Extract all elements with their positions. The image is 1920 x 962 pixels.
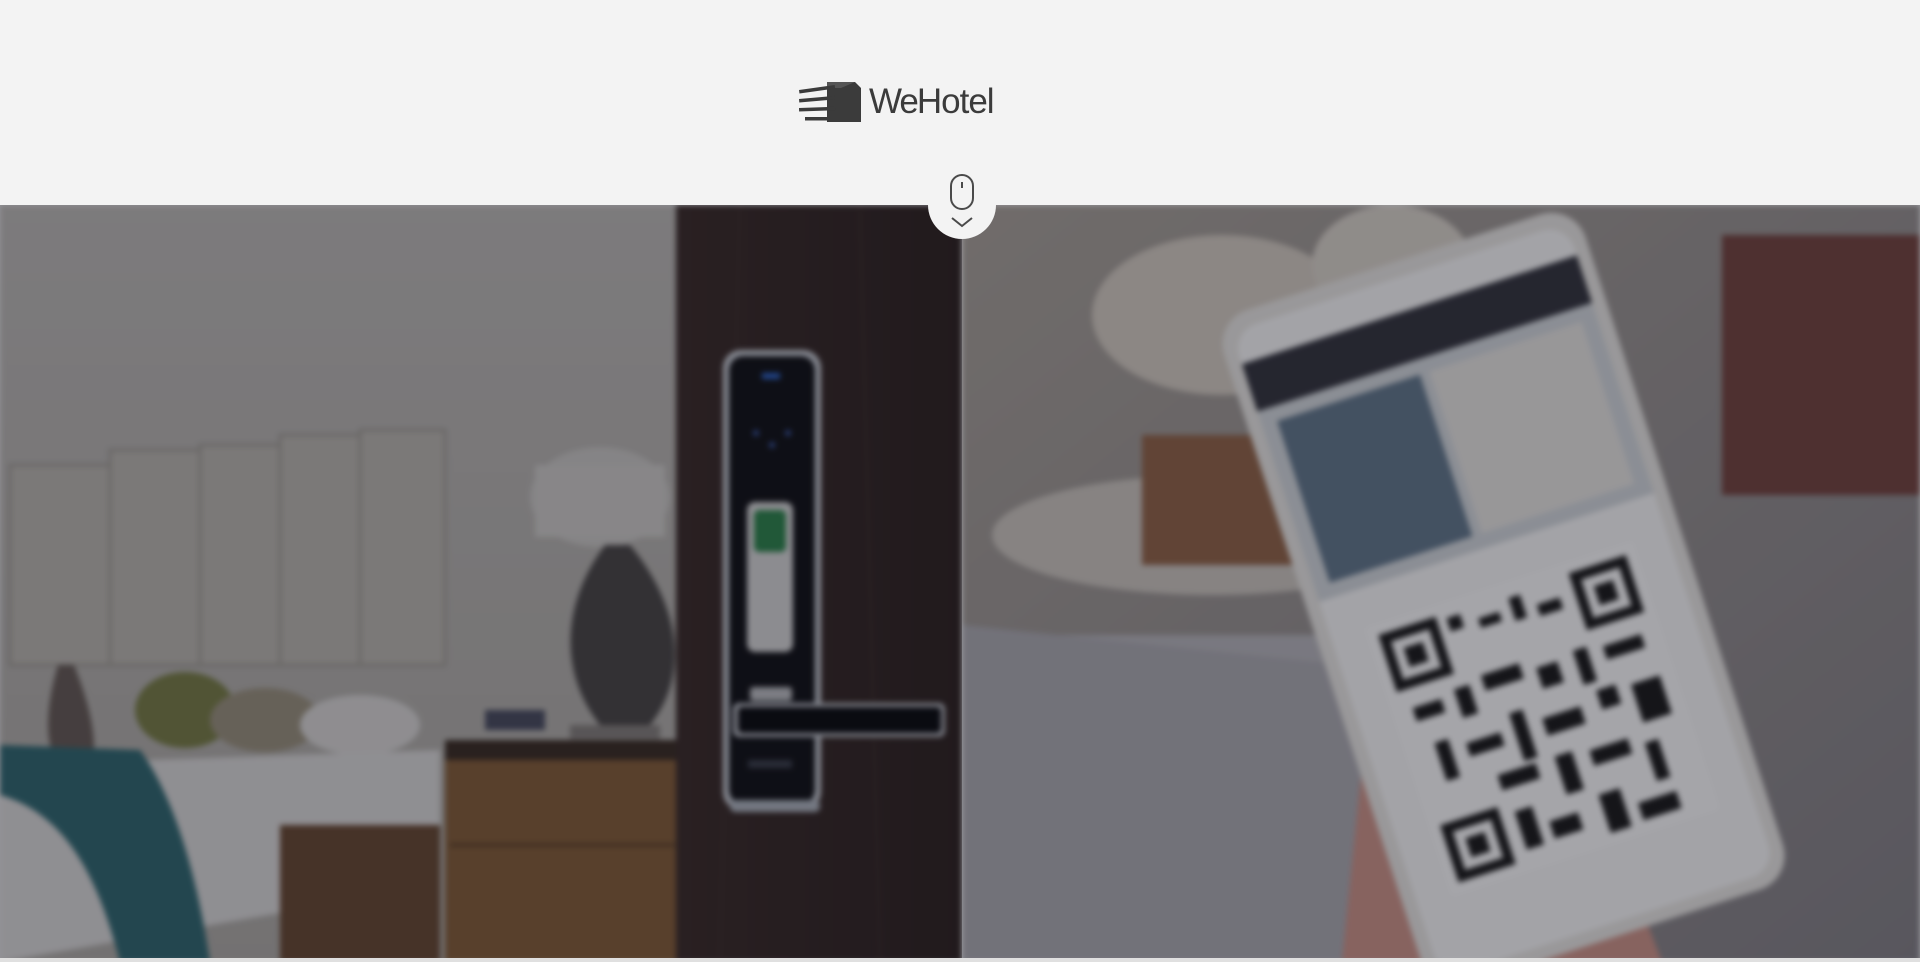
wehotel-building-logo-icon [799, 82, 861, 122]
hero-bottom-border [0, 958, 1920, 962]
chevron-down-icon [951, 217, 973, 228]
page: WeHotel [0, 0, 1920, 962]
brand-logo[interactable]: WeHotel [797, 80, 995, 124]
hotel-room-door-lock-image [0, 205, 962, 962]
mouse-scroll-icon [950, 174, 974, 228]
brand-name: WeHotel [869, 82, 995, 121]
hero-banner [0, 205, 1920, 962]
phone-qr-code-image [962, 205, 1920, 962]
scroll-down-hint[interactable] [928, 165, 996, 239]
